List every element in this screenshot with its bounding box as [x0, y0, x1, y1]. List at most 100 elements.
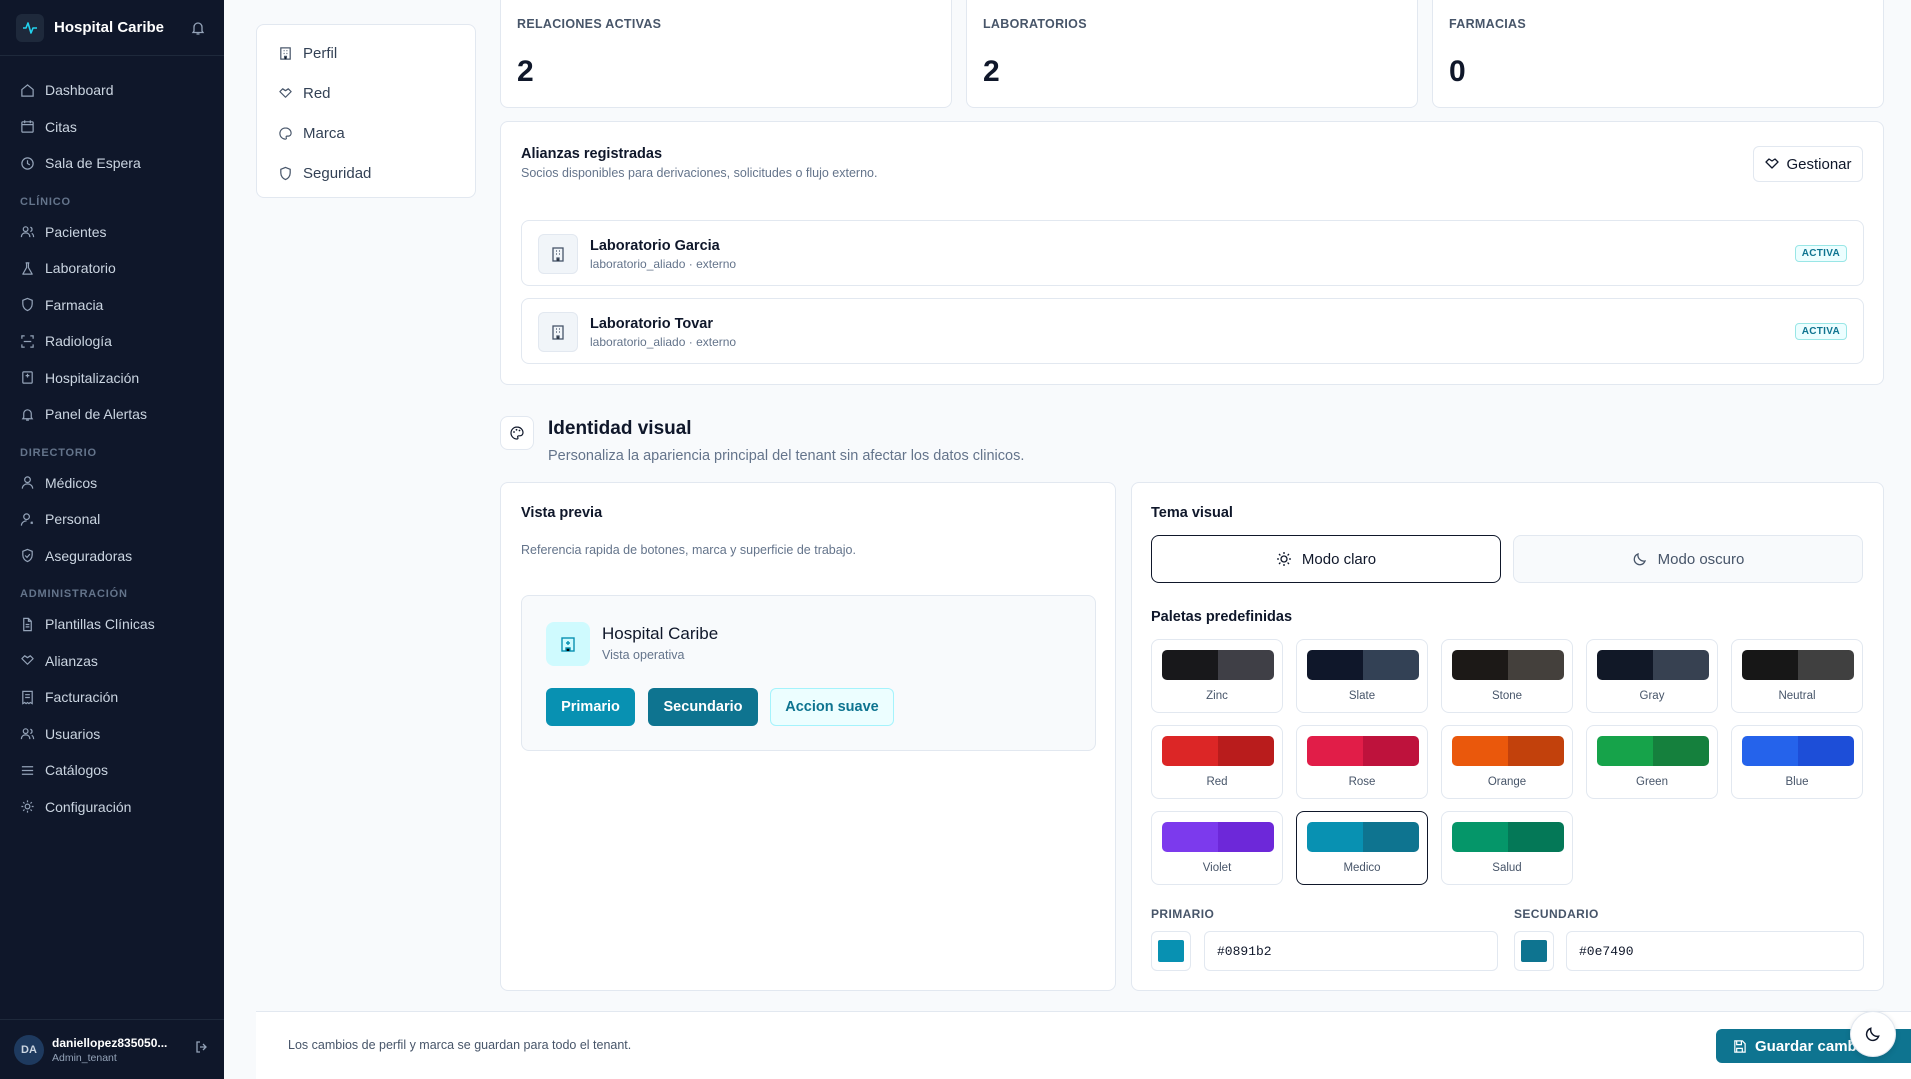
file-icon	[23, 617, 32, 631]
palette-option[interactable]: Zinc	[1151, 639, 1283, 713]
sidebar-item-label: Personal	[45, 511, 101, 528]
sidebar-section-title: DIRECTORIO	[20, 446, 97, 459]
theme-card: Tema visual Modo claro Modo oscuro Palet…	[1131, 482, 1884, 991]
calendar-icon	[21, 120, 34, 133]
dark-mode-label: Modo oscuro	[1657, 550, 1745, 568]
palette-option[interactable]: Stone	[1441, 639, 1573, 713]
dark-mode-button[interactable]: Modo oscuro	[1513, 535, 1863, 583]
sidebar-item-2-4[interactable]: Catálogos	[0, 752, 224, 789]
save-icon	[1734, 1039, 1746, 1053]
settings-menu-item[interactable]: Seguridad	[257, 153, 475, 193]
primary-color-picker[interactable]	[1151, 931, 1191, 971]
palette-name: Slate	[1348, 690, 1376, 702]
primary-color-input[interactable]: #0891b2	[1204, 931, 1498, 971]
palette-option[interactable]: Medico	[1296, 811, 1428, 885]
sidebar-item-2[interactable]: Sala de Espera	[0, 145, 224, 182]
moon-icon	[1633, 553, 1646, 566]
shield-check-icon	[22, 548, 33, 563]
light-mode-button[interactable]: Modo claro	[1151, 535, 1501, 583]
sidebar-item-label: Catálogos	[45, 762, 109, 779]
palette-option[interactable]: Neutral	[1731, 639, 1863, 713]
preview-subtitle: Referencia rapida de botones, marca y su…	[521, 543, 856, 557]
settings-menu-label: Perfil	[303, 44, 338, 62]
settings-menu-label: Seguridad	[303, 164, 372, 182]
alliances-subtitle: Socios disponibles para derivaciones, so…	[521, 166, 878, 180]
theme-toggle-button[interactable]	[1850, 1011, 1896, 1057]
palette-swatch	[1597, 736, 1709, 766]
preview-secondary-button[interactable]: Secundario	[648, 688, 758, 726]
stat-value: 2	[983, 55, 1000, 88]
palette-option[interactable]: Rose	[1296, 725, 1428, 799]
sidebar-item-2-1[interactable]: Alianzas	[0, 643, 224, 680]
sidebar-item-1-0[interactable]: Médicos	[0, 465, 224, 502]
sidebar-item-0-4[interactable]: Hospitalización	[0, 360, 224, 397]
preview-card: Vista previa Referencia rapida de botone…	[500, 482, 1116, 991]
settings-menu-item[interactable]: Perfil	[257, 33, 475, 73]
moon-icon	[1865, 1027, 1880, 1042]
palette-option[interactable]: Green	[1586, 725, 1718, 799]
sidebar-item-1-2[interactable]: Aseguradoras	[0, 538, 224, 575]
sidebar-section-title: CLÍNICO	[20, 195, 71, 208]
sidebar-item-0-3[interactable]: Radiología	[0, 323, 224, 360]
sidebar-item-1-1[interactable]: Personal	[0, 501, 224, 538]
sidebar-item-1[interactable]: Citas	[0, 109, 224, 146]
palette-swatch	[1307, 650, 1419, 680]
settings-menu-item[interactable]: Marca	[257, 113, 475, 153]
sidebar-item-0-1[interactable]: Laboratorio	[0, 250, 224, 287]
palette-option[interactable]: Blue	[1731, 725, 1863, 799]
sidebar-item-0-0[interactable]: Pacientes	[0, 214, 224, 251]
light-mode-label: Modo claro	[1301, 550, 1377, 568]
sidebar-item-2-3[interactable]: Usuarios	[0, 716, 224, 753]
manage-alliances-button[interactable]: Gestionar	[1753, 146, 1863, 182]
gear-icon	[21, 800, 34, 813]
palette-option[interactable]: Salud	[1441, 811, 1573, 885]
palette-name: Green	[1636, 776, 1668, 788]
sidebar-item-label: Aseguradoras	[45, 547, 133, 564]
secondary-color-input[interactable]: #0e7490	[1566, 931, 1864, 971]
identity-subtitle: Personaliza la apariencia principal del …	[548, 448, 1025, 464]
flask-icon	[22, 262, 33, 275]
palette-swatch	[1742, 650, 1854, 680]
sidebar-item-2-5[interactable]: Configuración	[0, 789, 224, 826]
palette-option[interactable]: Gray	[1586, 639, 1718, 713]
sun-icon	[1276, 552, 1291, 566]
notifications-bell-icon[interactable]	[188, 18, 208, 38]
palette-option[interactable]: Red	[1151, 725, 1283, 799]
palette-option[interactable]: Orange	[1441, 725, 1573, 799]
app-name: Hospital Caribe	[54, 19, 165, 36]
sidebar-item-2-2[interactable]: Facturación	[0, 679, 224, 716]
sidebar-item-label: Citas	[45, 118, 77, 135]
preview-soft-button[interactable]: Accion suave	[770, 688, 894, 726]
settings-menu-item[interactable]: Red	[257, 73, 475, 113]
palette-swatch	[1307, 736, 1419, 766]
sidebar-item-label: Sala de Espera	[45, 155, 141, 172]
sidebar-item-2-0[interactable]: Plantillas Clínicas	[0, 606, 224, 643]
stat-value: 0	[1449, 55, 1466, 88]
alliance-name: Laboratorio Garcia	[590, 238, 720, 254]
hospital-icon	[546, 622, 590, 666]
secondary-color-picker[interactable]	[1514, 931, 1554, 971]
sidebar-item-0-5[interactable]: Panel de Alertas	[0, 396, 224, 433]
settings-menu: Perfil Red Marca Seguridad	[256, 24, 476, 198]
preview-brand-name: Hospital Caribe	[602, 624, 719, 643]
palette-option[interactable]: Slate	[1296, 639, 1428, 713]
user-icon	[21, 476, 34, 489]
bed-icon	[22, 371, 33, 384]
palette-name: Zinc	[1206, 690, 1228, 702]
sidebar-item-0-2[interactable]: Farmacia	[0, 287, 224, 324]
sidebar-item-0[interactable]: Dashboard	[0, 72, 224, 109]
clock-icon	[21, 157, 34, 170]
palette-name: Orange	[1487, 776, 1527, 788]
alliance-row[interactable]: Laboratorio Tovar laboratorio_aliado · e…	[521, 298, 1864, 364]
sidebar-item-label: Configuración	[45, 798, 132, 815]
sidebar-item-label: Facturación	[45, 689, 119, 706]
avatar[interactable]: DA	[14, 1034, 44, 1065]
stat-card-farmacias: FARMACIAS 0	[1432, 0, 1884, 108]
palette-option[interactable]: Violet	[1151, 811, 1283, 885]
logout-icon[interactable]	[194, 1039, 210, 1060]
pulse-icon	[16, 13, 44, 42]
preview-primary-button[interactable]: Primario	[546, 688, 635, 726]
scan-icon	[21, 335, 34, 348]
sidebar-item-label: Dashboard	[45, 82, 114, 99]
alliance-row[interactable]: Laboratorio Garcia laboratorio_aliado · …	[521, 220, 1864, 286]
